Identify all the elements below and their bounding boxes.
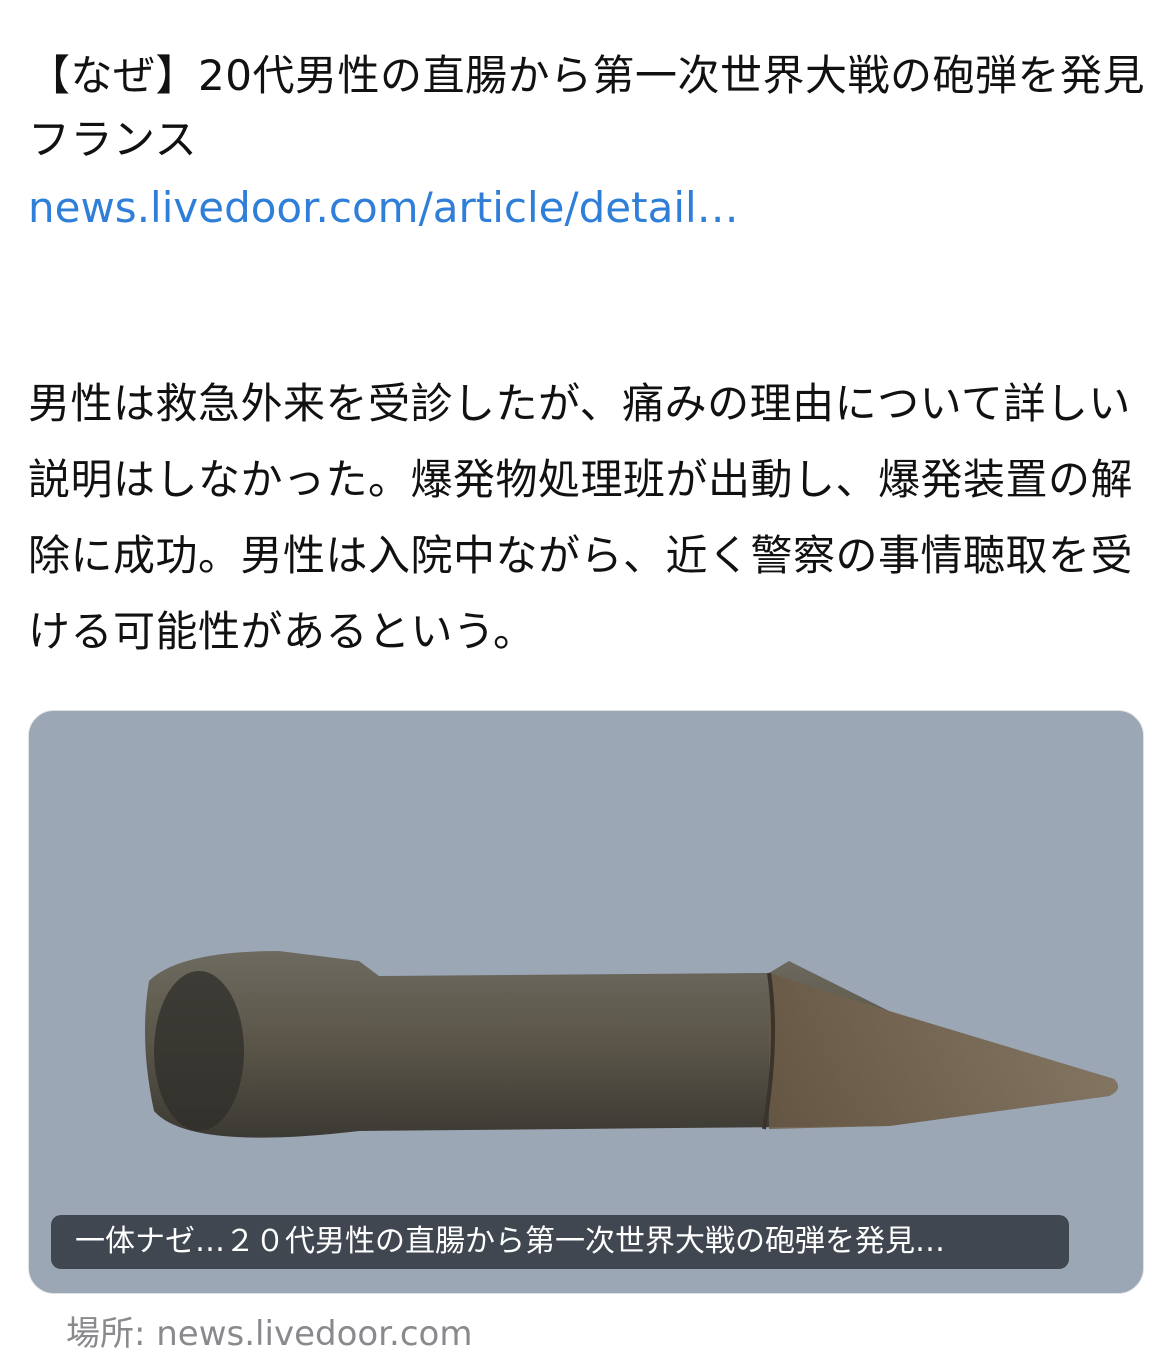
source-label: 場所: news.livedoor.com <box>66 1314 473 1354</box>
link-preview-card[interactable]: 一体ナゼ…２０代男性の直腸から第一次世界大戦の砲弾を発見… <box>28 710 1144 1294</box>
post-body: 男性は救急外来を受診したが、痛みの理由について詳しい説明はしなかった。爆発物処理… <box>28 379 1134 656</box>
post-content: 【なぜ】20代男性の直腸から第一次世界大戦の砲弾を発見 フランス news.li… <box>28 44 1148 670</box>
shell-photo <box>29 711 1143 1293</box>
article-link[interactable]: news.livedoor.com/article/detail… <box>28 176 1148 240</box>
image-caption: 一体ナゼ…２０代男性の直腸から第一次世界大戦の砲弾を発見… <box>51 1215 1069 1269</box>
post-title: 【なぜ】20代男性の直腸から第一次世界大戦の砲弾を発見 フランス <box>28 51 1145 164</box>
